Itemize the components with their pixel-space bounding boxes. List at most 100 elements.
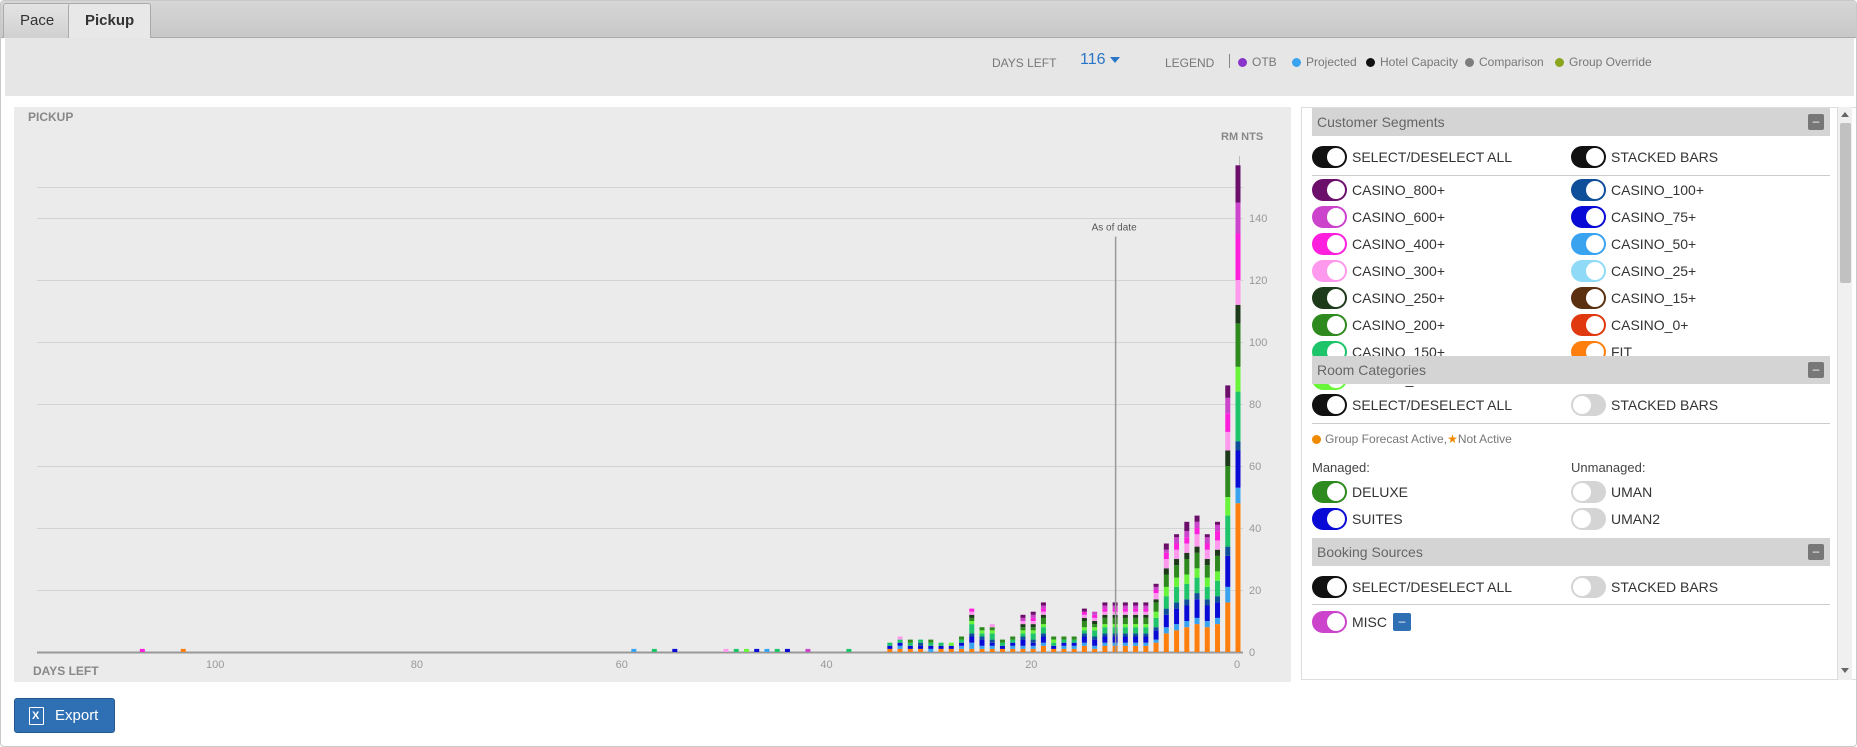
toggle-switch[interactable]	[1312, 576, 1347, 598]
segment-casino-800-[interactable]: CASINO_800+	[1312, 179, 1445, 201]
bar-segment	[969, 611, 975, 615]
customer-segments-stacked-bars[interactable]: STACKED BARS	[1571, 146, 1718, 168]
bar-segment	[1133, 642, 1139, 646]
pickup-chart: 0 20 40 60 80 100 120 140 100 80 60 40 20 0 As of date	[37, 156, 1267, 671]
bar-segment	[1030, 614, 1036, 618]
bar-segment	[989, 645, 995, 649]
room-categories-header[interactable]: Room Categories –	[1312, 356, 1830, 384]
toggle-switch[interactable]	[1312, 233, 1347, 255]
booking-sources-stacked-bars[interactable]: STACKED BARS	[1571, 576, 1718, 598]
room-categories-stacked-bars[interactable]: STACKED BARS	[1571, 394, 1718, 416]
tab-pace[interactable]: Pace	[3, 3, 72, 38]
segment-casino-200-[interactable]: CASINO_200+	[1312, 314, 1445, 336]
bar-segment	[1102, 605, 1108, 609]
segment-casino-250-[interactable]: CASINO_250+	[1312, 287, 1445, 309]
toggle-switch[interactable]	[1312, 508, 1347, 530]
bar-segment	[774, 648, 780, 652]
bar-segment	[1163, 614, 1169, 628]
segment-casino-50-[interactable]: CASINO_50+	[1571, 233, 1696, 255]
booking-source-misc[interactable]: MISC –	[1312, 611, 1411, 633]
bar-segment	[1051, 642, 1057, 646]
booking-sources-header[interactable]: Booking Sources –	[1312, 538, 1830, 566]
bar-segment	[784, 648, 790, 652]
toggle-label: CASINO_800+	[1352, 182, 1445, 198]
collapse-icon[interactable]: –	[1808, 362, 1824, 378]
bar-segment	[1030, 639, 1036, 643]
toggle-switch[interactable]	[1571, 287, 1606, 309]
segment-casino-0-[interactable]: CASINO_0+	[1571, 314, 1688, 336]
bar-segment	[764, 648, 770, 652]
bar-segment	[1153, 630, 1159, 640]
collapse-icon[interactable]: –	[1808, 544, 1824, 560]
toggle-switch[interactable]	[1312, 481, 1347, 503]
segment-casino-400-[interactable]: CASINO_400+	[1312, 233, 1445, 255]
tab-bar: Pace Pickup	[1, 1, 1856, 39]
bar-segment	[180, 648, 186, 652]
excel-file-icon: X	[29, 707, 44, 725]
collapse-misc-icon[interactable]: –	[1393, 613, 1411, 631]
bar-segment	[1030, 645, 1036, 649]
bar-segment	[979, 645, 985, 649]
scroll-up-icon[interactable]	[1841, 112, 1849, 117]
segment-casino-100-[interactable]: CASINO_100+	[1571, 179, 1704, 201]
toggle-switch[interactable]	[1312, 611, 1347, 633]
bar-segment	[1102, 624, 1108, 628]
otb-dot-icon	[1238, 58, 1247, 67]
bar-segment	[907, 645, 913, 649]
bar-segment	[1020, 645, 1026, 649]
toggle-switch[interactable]	[1571, 394, 1606, 416]
room-category-uman[interactable]: UMAN	[1571, 481, 1652, 503]
bar-segment	[1010, 648, 1016, 652]
bar-segment	[1020, 639, 1026, 646]
bar-segment	[1174, 549, 1180, 559]
room-category-suites[interactable]: SUITES	[1312, 508, 1403, 530]
toggle-switch[interactable]	[1312, 206, 1347, 228]
scroll-thumb[interactable]	[1840, 123, 1851, 283]
bar-segment	[805, 648, 811, 652]
bar-segment	[928, 648, 934, 652]
tab-pickup[interactable]: Pickup	[68, 3, 152, 39]
segment-casino-15-[interactable]: CASINO_15+	[1571, 287, 1696, 309]
toggle-switch[interactable]	[1571, 146, 1606, 168]
toggle-switch[interactable]	[1571, 508, 1606, 530]
room-category-uman2[interactable]: UMAN2	[1571, 508, 1660, 530]
export-button[interactable]: X Export	[14, 698, 115, 733]
toggle-switch[interactable]	[1571, 233, 1606, 255]
segment-casino-75-[interactable]: CASINO_75+	[1571, 206, 1696, 228]
toggle-switch[interactable]	[1571, 206, 1606, 228]
bar-segment	[1153, 599, 1159, 603]
segment-casino-600-[interactable]: CASINO_600+	[1312, 206, 1445, 228]
toggle-switch[interactable]	[1312, 146, 1347, 168]
segment-casino-25-[interactable]: CASINO_25+	[1571, 260, 1696, 282]
toggle-switch[interactable]	[1312, 179, 1347, 201]
toggle-label: SELECT/DESELECT ALL	[1352, 579, 1513, 595]
toggle-switch[interactable]	[1312, 394, 1347, 416]
room-categories-select-all[interactable]: SELECT/DESELECT ALL	[1312, 394, 1512, 416]
booking-sources-select-all[interactable]: SELECT/DESELECT ALL	[1312, 576, 1512, 598]
days-left-dropdown[interactable]: 116	[1080, 51, 1120, 69]
bar-segment	[989, 633, 995, 640]
toggle-switch[interactable]	[1571, 260, 1606, 282]
bar-segment	[1143, 602, 1149, 606]
bar-segment	[1061, 642, 1067, 646]
room-category-deluxe[interactable]: DELUXE	[1312, 481, 1408, 503]
toggle-switch[interactable]	[1312, 260, 1347, 282]
toggle-switch[interactable]	[1312, 314, 1347, 336]
toggle-switch[interactable]	[1571, 481, 1606, 503]
customer-segments-select-all[interactable]: SELECT/DESELECT ALL	[1312, 146, 1512, 168]
bar-segment	[897, 645, 903, 649]
toggle-label: CASINO_25+	[1611, 263, 1697, 279]
bar-segment	[1081, 614, 1087, 618]
filter-panel-scrollbar[interactable]	[1837, 107, 1852, 680]
toggle-switch[interactable]	[1571, 314, 1606, 336]
bar-segment	[1174, 534, 1180, 538]
customer-segments-header[interactable]: Customer Segments –	[1312, 108, 1830, 136]
bar-segment	[1174, 577, 1180, 587]
toggle-switch[interactable]	[1571, 179, 1606, 201]
toggle-switch[interactable]	[1312, 287, 1347, 309]
toggle-switch[interactable]	[1571, 576, 1606, 598]
toggle-label: STACKED BARS	[1611, 149, 1719, 165]
scroll-down-icon[interactable]	[1841, 668, 1849, 673]
collapse-icon[interactable]: –	[1808, 114, 1824, 130]
segment-casino-300-[interactable]: CASINO_300+	[1312, 260, 1445, 282]
